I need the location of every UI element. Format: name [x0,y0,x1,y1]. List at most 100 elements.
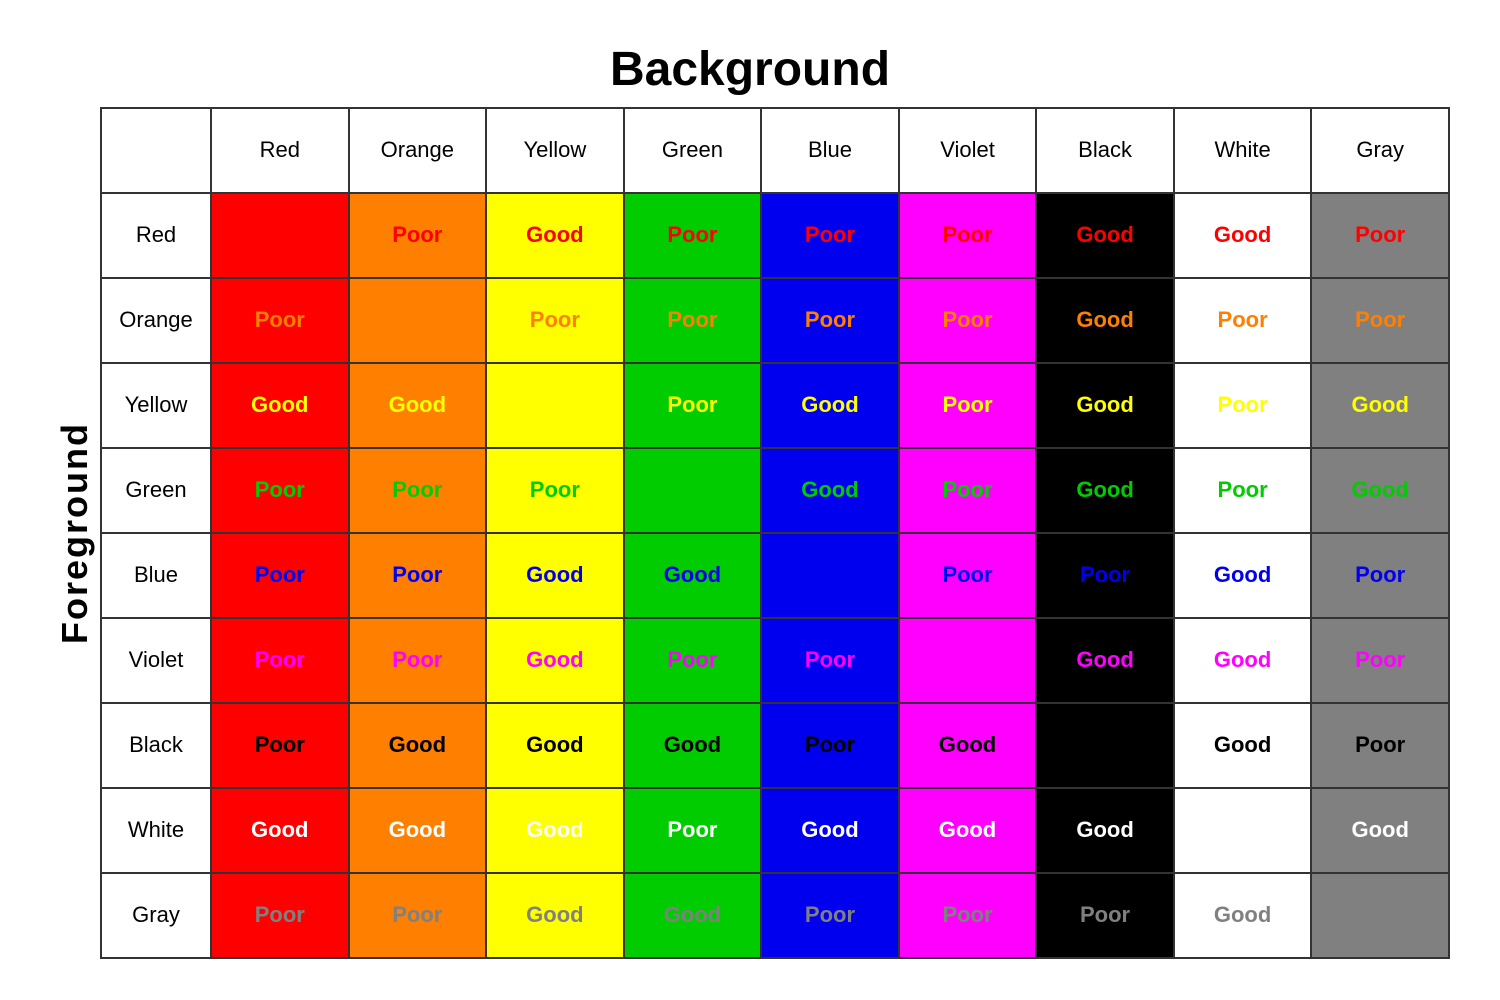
table-row: YellowGoodGoodPoorGoodPoorGoodPoorGood [101,363,1449,448]
table-row: BlackPoorGoodGoodGoodPoorGoodGoodPoor [101,703,1449,788]
cell: Poor [211,448,349,533]
cell: Good [1174,873,1312,958]
cell [349,278,487,363]
cell [624,448,762,533]
cell: Poor [624,788,762,873]
cell: Poor [1036,873,1174,958]
cell: Poor [1311,618,1449,703]
row-header-black: Black [101,703,211,788]
row-header-violet: Violet [101,618,211,703]
header-col-orange: Orange [349,108,487,193]
cell: Poor [761,618,899,703]
cell: Poor [211,533,349,618]
cell: Poor [761,278,899,363]
cell: Good [211,363,349,448]
header-col-yellow: Yellow [486,108,624,193]
cell [211,193,349,278]
header-col-green: Green [624,108,762,193]
cell: Good [624,703,762,788]
header-row: RedOrangeYellowGreenBlueVioletBlackWhite… [101,108,1449,193]
cell [761,533,899,618]
row-header-green: Green [101,448,211,533]
cell: Good [1174,193,1312,278]
header-col-violet: Violet [899,108,1037,193]
cell: Good [1311,788,1449,873]
cell: Good [1174,618,1312,703]
cell: Good [486,533,624,618]
cell: Good [761,788,899,873]
row-header-yellow: Yellow [101,363,211,448]
row-header-blue: Blue [101,533,211,618]
cell: Good [211,788,349,873]
row-header-red: Red [101,193,211,278]
cell: Poor [349,873,487,958]
row-header-white: White [101,788,211,873]
cell: Good [1036,788,1174,873]
cell: Poor [1311,278,1449,363]
cell: Good [1311,448,1449,533]
cell: Good [486,618,624,703]
cell: Good [486,788,624,873]
cell: Poor [211,703,349,788]
cell: Poor [349,533,487,618]
table-row: VioletPoorPoorGoodPoorPoorGoodGoodPoor [101,618,1449,703]
header-col-blue: Blue [761,108,899,193]
cell: Poor [761,193,899,278]
cell: Good [486,873,624,958]
cell: Good [624,873,762,958]
cell: Poor [899,873,1037,958]
cell: Good [624,533,762,618]
cell: Good [1174,703,1312,788]
cell: Poor [349,448,487,533]
cell: Good [349,703,487,788]
cell: Poor [1174,363,1312,448]
cell: Poor [761,873,899,958]
header-col-red: Red [211,108,349,193]
cell: Good [349,363,487,448]
contrast-table: RedOrangeYellowGreenBlueVioletBlackWhite… [100,107,1450,959]
cell: Poor [486,278,624,363]
cell [1174,788,1312,873]
cell: Poor [211,873,349,958]
cell [1036,703,1174,788]
header-col-gray: Gray [1311,108,1449,193]
cell: Poor [349,193,487,278]
cell: Poor [624,363,762,448]
table-row: BluePoorPoorGoodGoodPoorPoorGoodPoor [101,533,1449,618]
cell: Good [349,788,487,873]
cell: Poor [899,278,1037,363]
cell: Poor [624,193,762,278]
table-row: GreenPoorPoorPoorGoodPoorGoodPoorGood [101,448,1449,533]
cell [486,363,624,448]
cell: Poor [899,363,1037,448]
row-header-orange: Orange [101,278,211,363]
cell: Good [761,363,899,448]
cell: Good [1036,193,1174,278]
cell: Poor [1174,448,1312,533]
cell: Poor [211,278,349,363]
cell: Poor [899,448,1037,533]
cell: Poor [761,703,899,788]
main-container: Background Foreground RedOrangeYellowGre… [50,42,1450,959]
cell: Poor [486,448,624,533]
cell: Poor [624,618,762,703]
header-empty [101,108,211,193]
table-row: OrangePoorPoorPoorPoorPoorGoodPoorPoor [101,278,1449,363]
cell: Poor [1174,278,1312,363]
cell: Good [486,703,624,788]
cell: Good [1311,363,1449,448]
cell: Good [486,193,624,278]
cell: Poor [1311,703,1449,788]
table-wrapper: Foreground RedOrangeYellowGreenBlueViole… [50,107,1450,959]
cell: Good [1036,448,1174,533]
table-row: GrayPoorPoorGoodGoodPoorPoorPoorGood [101,873,1449,958]
page-title: Background [50,42,1450,97]
cell: Good [1036,363,1174,448]
table-row: RedPoorGoodPoorPoorPoorGoodGoodPoor [101,193,1449,278]
cell: Poor [624,278,762,363]
cell: Poor [1036,533,1174,618]
header-col-white: White [1174,108,1312,193]
cell: Poor [899,533,1037,618]
cell: Poor [349,618,487,703]
cell: Good [899,788,1037,873]
